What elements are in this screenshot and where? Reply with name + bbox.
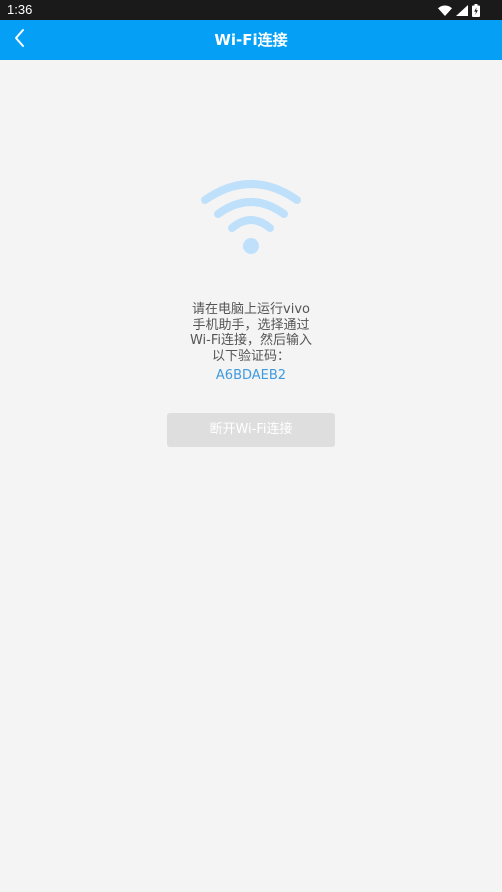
- instruction-line: 手机助手，选择通过: [192, 317, 310, 333]
- wifi-icon: [438, 5, 452, 16]
- instruction-line: 以下验证码：: [211, 348, 290, 364]
- status-bar: 1:36: [0, 0, 502, 20]
- wifi-icon: [198, 176, 304, 260]
- status-time: 1:36: [7, 2, 33, 17]
- instruction-text: 请在电脑上运行vivo 手机助手，选择通过 Wi-Fi连接，然后输入 以下验证码…: [151, 302, 351, 384]
- disconnect-wifi-button[interactable]: 断开Wi-Fi连接: [167, 413, 335, 447]
- status-icons: [438, 3, 480, 17]
- instruction-line: Wi-Fi连接，然后输入: [189, 333, 312, 348]
- signal-icon: [456, 4, 468, 16]
- verification-code: A6BDAEB2: [215, 368, 287, 383]
- battery-icon: [472, 3, 480, 17]
- app-bar: Wi-Fi连接: [0, 20, 502, 60]
- page-title: Wi-Fi连接: [214, 31, 288, 49]
- instruction-line: 请在电脑上运行vivo: [192, 302, 310, 317]
